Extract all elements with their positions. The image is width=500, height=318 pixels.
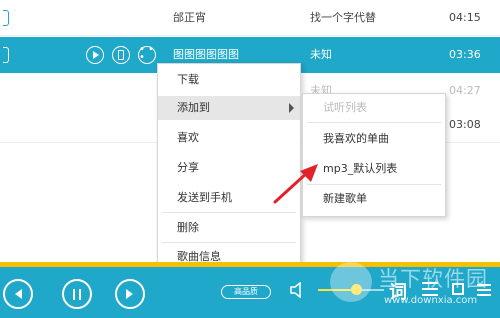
submenu-item-mp3-default-list[interactable]: mp3_默认列表 xyxy=(303,157,445,181)
more-icon[interactable]: • • • xyxy=(138,44,156,64)
quality-selector[interactable]: 高品质 xyxy=(221,285,271,299)
previous-button[interactable] xyxy=(3,279,33,309)
submenu-item-new-playlist[interactable]: 新建歌单 xyxy=(303,187,445,211)
watermark-logo-icon xyxy=(330,262,372,302)
track-artist: 未知 xyxy=(310,48,332,61)
submenu-item-label: 新建歌单 xyxy=(323,192,367,205)
volume-icon[interactable] xyxy=(290,282,304,298)
menu-divider xyxy=(162,242,296,243)
next-icon xyxy=(126,289,133,299)
menu-item-label: 下载 xyxy=(177,73,199,86)
track-artist: 找一个字代替 xyxy=(310,11,376,24)
play-icon[interactable] xyxy=(86,46,104,64)
menu-item-delete[interactable]: 删除 xyxy=(158,216,300,240)
track-duration: 04:27 xyxy=(449,84,481,97)
submenu-arrow-icon xyxy=(289,103,294,113)
watermark-title: 当下软件园 xyxy=(378,267,488,291)
previous-icon xyxy=(15,289,22,299)
annotation-arrow-icon xyxy=(273,164,318,204)
menu-divider xyxy=(162,212,296,213)
next-button[interactable] xyxy=(115,279,145,309)
submenu-item-label: 我喜欢的单曲 xyxy=(323,132,389,145)
track-duration: 04:15 xyxy=(449,11,481,24)
add-to-submenu: 试听列表 我喜欢的单曲 mp3_默认列表 新建歌单 xyxy=(302,93,446,217)
track-duration: 03:08 xyxy=(449,118,481,131)
menu-item-label: 删除 xyxy=(177,221,199,234)
phone-icon[interactable] xyxy=(112,46,130,64)
track-duration: 03:36 xyxy=(449,48,481,61)
menu-item-download[interactable]: 下载 xyxy=(158,68,300,92)
row-edge-marker xyxy=(3,47,9,63)
submenu-item-liked-songs[interactable]: 我喜欢的单曲 xyxy=(303,127,445,151)
submenu-item-trial-list: 试听列表 xyxy=(303,96,445,120)
menu-item-label: 分享 xyxy=(177,161,199,174)
menu-divider xyxy=(307,122,441,123)
row-edge-marker xyxy=(3,10,9,26)
menu-item-add-to[interactable]: 添加到 xyxy=(158,96,300,120)
pause-icon xyxy=(73,288,81,300)
menu-item-label: 喜欢 xyxy=(177,131,199,144)
menu-divider xyxy=(307,184,441,185)
menu-item-label: 发送到手机 xyxy=(177,191,232,204)
menu-item-like[interactable]: 喜欢 xyxy=(158,126,300,150)
watermark-url: www.downxia.com xyxy=(384,295,478,306)
track-title: 邰正宵 xyxy=(173,11,206,24)
submenu-item-label: 试听列表 xyxy=(323,101,367,114)
submenu-item-label: mp3_默认列表 xyxy=(323,162,398,175)
track-row[interactable]: 邰正宵 找一个字代替 04:15 xyxy=(0,0,500,36)
pause-button[interactable] xyxy=(62,279,92,309)
menu-item-label: 添加到 xyxy=(177,101,210,114)
